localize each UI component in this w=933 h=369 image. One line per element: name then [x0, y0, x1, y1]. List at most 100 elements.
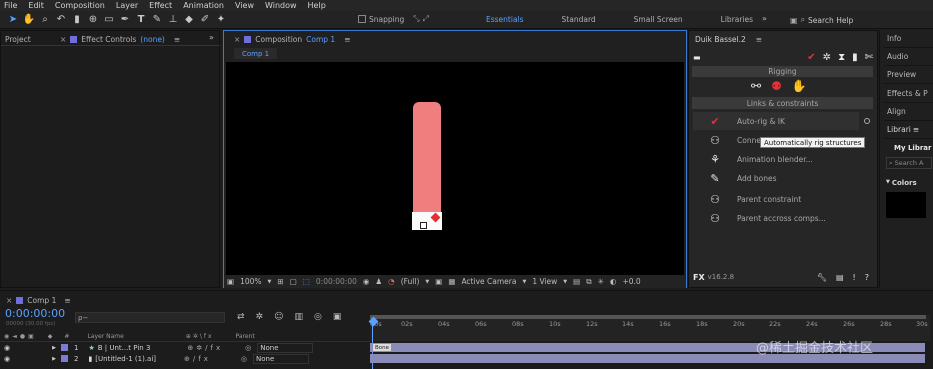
clone-stamp-tool-icon[interactable]: ⊥	[166, 13, 180, 27]
close-icon[interactable]: ×	[234, 35, 240, 44]
menu-composition[interactable]: Composition	[55, 1, 105, 10]
wrench-icon[interactable]: 🔧︎	[817, 273, 827, 282]
layer-name[interactable]: B | Unt...t Pin 3	[98, 344, 151, 352]
bone-marker[interactable]: Bone	[373, 344, 392, 351]
panel-menu-icon[interactable]: ≡	[174, 35, 180, 44]
region-icon[interactable]: ⬚	[303, 277, 310, 286]
eraser-tool-icon[interactable]: ◆	[182, 13, 196, 27]
exposure-icon[interactable]: ◐	[610, 277, 617, 286]
add-bones-button[interactable]: ✎ Add bones	[693, 169, 873, 187]
anchor-point-icon[interactable]	[420, 222, 427, 229]
options-circle-icon[interactable]	[864, 118, 870, 124]
view-select[interactable]: 1 View	[532, 277, 557, 286]
workspace-essentials[interactable]: Essentials	[486, 15, 524, 24]
rig-tab-icon[interactable]: ✔	[807, 52, 815, 63]
workspace-standard[interactable]: Standard	[562, 15, 596, 24]
layer-name-header[interactable]: Layer Name	[87, 333, 123, 340]
motion-blur-icon[interactable]: ◎	[314, 312, 322, 322]
menu-edit[interactable]: Edit	[28, 1, 44, 10]
close-icon[interactable]: ×	[6, 296, 12, 305]
fast-preview-icon[interactable]: ✳	[598, 277, 604, 286]
timeline-tab[interactable]: × Comp 1 ≡	[2, 293, 71, 307]
roi-icon[interactable]: ▣	[435, 277, 442, 286]
eye-icon[interactable]: ◉	[4, 344, 10, 352]
help-icon[interactable]: ?	[865, 273, 869, 282]
bug-icon[interactable]: !	[853, 273, 856, 282]
frame-blending-icon[interactable]: ▥	[294, 312, 303, 322]
color-icon[interactable]: ◔	[388, 277, 395, 286]
timeline-timecode[interactable]: 0:00:00:00	[5, 307, 65, 320]
workspace-small-screen[interactable]: Small Screen	[634, 15, 683, 24]
duik-tab[interactable]: Duik Bassel.2 ≡	[691, 32, 762, 46]
hand-tool-icon[interactable]: ✋	[22, 13, 36, 27]
selection-tool-icon[interactable]: ➤	[6, 13, 20, 27]
pickwhip-icon[interactable]: ◎	[241, 355, 247, 363]
draft-3d-icon[interactable]: ✲	[256, 312, 264, 322]
work-area-bar[interactable]	[370, 315, 926, 319]
layer-row[interactable]: ◉ ▶ 1 ★ B | Unt...t Pin 3 ⊕✲/fx ◎ None	[0, 342, 370, 353]
camera-select[interactable]: Active Camera	[461, 277, 516, 286]
roto-brush-tool-icon[interactable]: ✐	[198, 13, 212, 27]
panel-align[interactable]: Align	[884, 103, 933, 121]
breadcrumb[interactable]: Comp 1	[234, 48, 278, 59]
menu-view[interactable]: View	[235, 1, 254, 10]
comp-viewer[interactable]	[226, 62, 684, 275]
controllers-icon[interactable]: ⚉	[771, 79, 782, 93]
layer-switches[interactable]: ⊕✲/fx	[187, 344, 223, 352]
settings-icon[interactable]: ✲	[823, 52, 831, 63]
menu-file[interactable]: File	[4, 1, 17, 10]
camera-icon[interactable]: ▮	[852, 52, 858, 63]
pickwhip-icon[interactable]: ◎	[245, 344, 251, 352]
panel-menu-icon[interactable]: ≡	[756, 35, 762, 44]
parent-select[interactable]: None	[257, 342, 314, 353]
composition-tab[interactable]: × Composition Comp 1 ≡	[230, 32, 351, 46]
layer-row[interactable]: ◉ ▶ 2 ▮ [Untitled-1 (1).ai] ⊕/fx ◎ None	[0, 353, 370, 364]
snapping-checkbox[interactable]	[358, 15, 366, 23]
panel-libraries[interactable]: Librari ≡	[884, 121, 933, 139]
comp-mini-flowchart-icon[interactable]: ⇄	[237, 312, 245, 322]
expand-icon[interactable]: ▶	[52, 356, 56, 362]
snap-option-2-icon[interactable]: ⤢	[423, 14, 429, 24]
workspace-overflow-icon[interactable]: »	[762, 14, 767, 23]
shy-icon[interactable]: ☺	[274, 312, 283, 322]
panel-menu-icon[interactable]: ≡	[64, 296, 70, 305]
viewer-timecode[interactable]: 0:00:00:00	[316, 277, 357, 286]
snapshot-icon[interactable]: ◉	[363, 277, 370, 286]
menu-effect[interactable]: Effect	[149, 1, 172, 10]
graph-editor-icon[interactable]: ▣	[333, 312, 342, 322]
project-tab[interactable]: Project	[1, 32, 31, 46]
label-color-swatch[interactable]	[60, 355, 68, 362]
workspace-libraries[interactable]: Libraries	[721, 15, 753, 24]
menu-window[interactable]: Window	[265, 1, 297, 10]
parent-header[interactable]: Parent	[236, 333, 255, 340]
link-icon[interactable]: ⚯	[751, 79, 761, 93]
parent-select[interactable]: None	[252, 353, 309, 364]
transparency-icon[interactable]: ▦	[448, 277, 455, 286]
animation-blender-button[interactable]: ⚘ Animation blender...	[693, 150, 873, 168]
type-tool-icon[interactable]: T	[134, 13, 148, 27]
menu-help[interactable]: Help	[308, 1, 326, 10]
rotate-tool-icon[interactable]: ↶	[54, 13, 68, 27]
panel-menu-icon[interactable]: ≡	[344, 35, 350, 44]
layer-search-input[interactable]: ρ−	[75, 312, 225, 323]
close-icon[interactable]: ×	[60, 35, 66, 44]
layout-icon[interactable]: ▤	[573, 277, 580, 286]
brush-tool-icon[interactable]: ✎	[150, 13, 164, 27]
pen-tool-icon[interactable]: ✒	[118, 13, 132, 27]
panel-preview[interactable]: Preview	[884, 66, 933, 84]
panel-overflow-icon[interactable]: »	[209, 33, 214, 42]
dropdown-icon[interactable]: ▼	[425, 279, 429, 285]
color-swatch[interactable]	[886, 192, 926, 218]
show-snapshot-icon[interactable]: ♟	[375, 277, 382, 286]
my-library-select[interactable]: My Librar	[894, 144, 931, 152]
exposure-value[interactable]: +0.0	[622, 277, 640, 286]
dropdown-icon[interactable]: ▼	[522, 279, 526, 285]
search-help-box[interactable]: ▣ ⌕ Search Help	[790, 14, 928, 26]
parent-accross-comps-button[interactable]: ⚇ Parent accross comps...	[693, 209, 873, 227]
expand-icon[interactable]: ▶	[52, 345, 56, 351]
effect-controls-tab[interactable]: × Effect Controls (none) ≡	[56, 32, 180, 46]
layer-name[interactable]: [Untitled-1 (1).ai]	[95, 355, 156, 363]
pan-behind-tool-icon[interactable]: ⊕	[86, 13, 100, 27]
panel-effects-presets[interactable]: Effects & P	[884, 85, 933, 103]
panel-audio[interactable]: Audio	[884, 48, 933, 66]
